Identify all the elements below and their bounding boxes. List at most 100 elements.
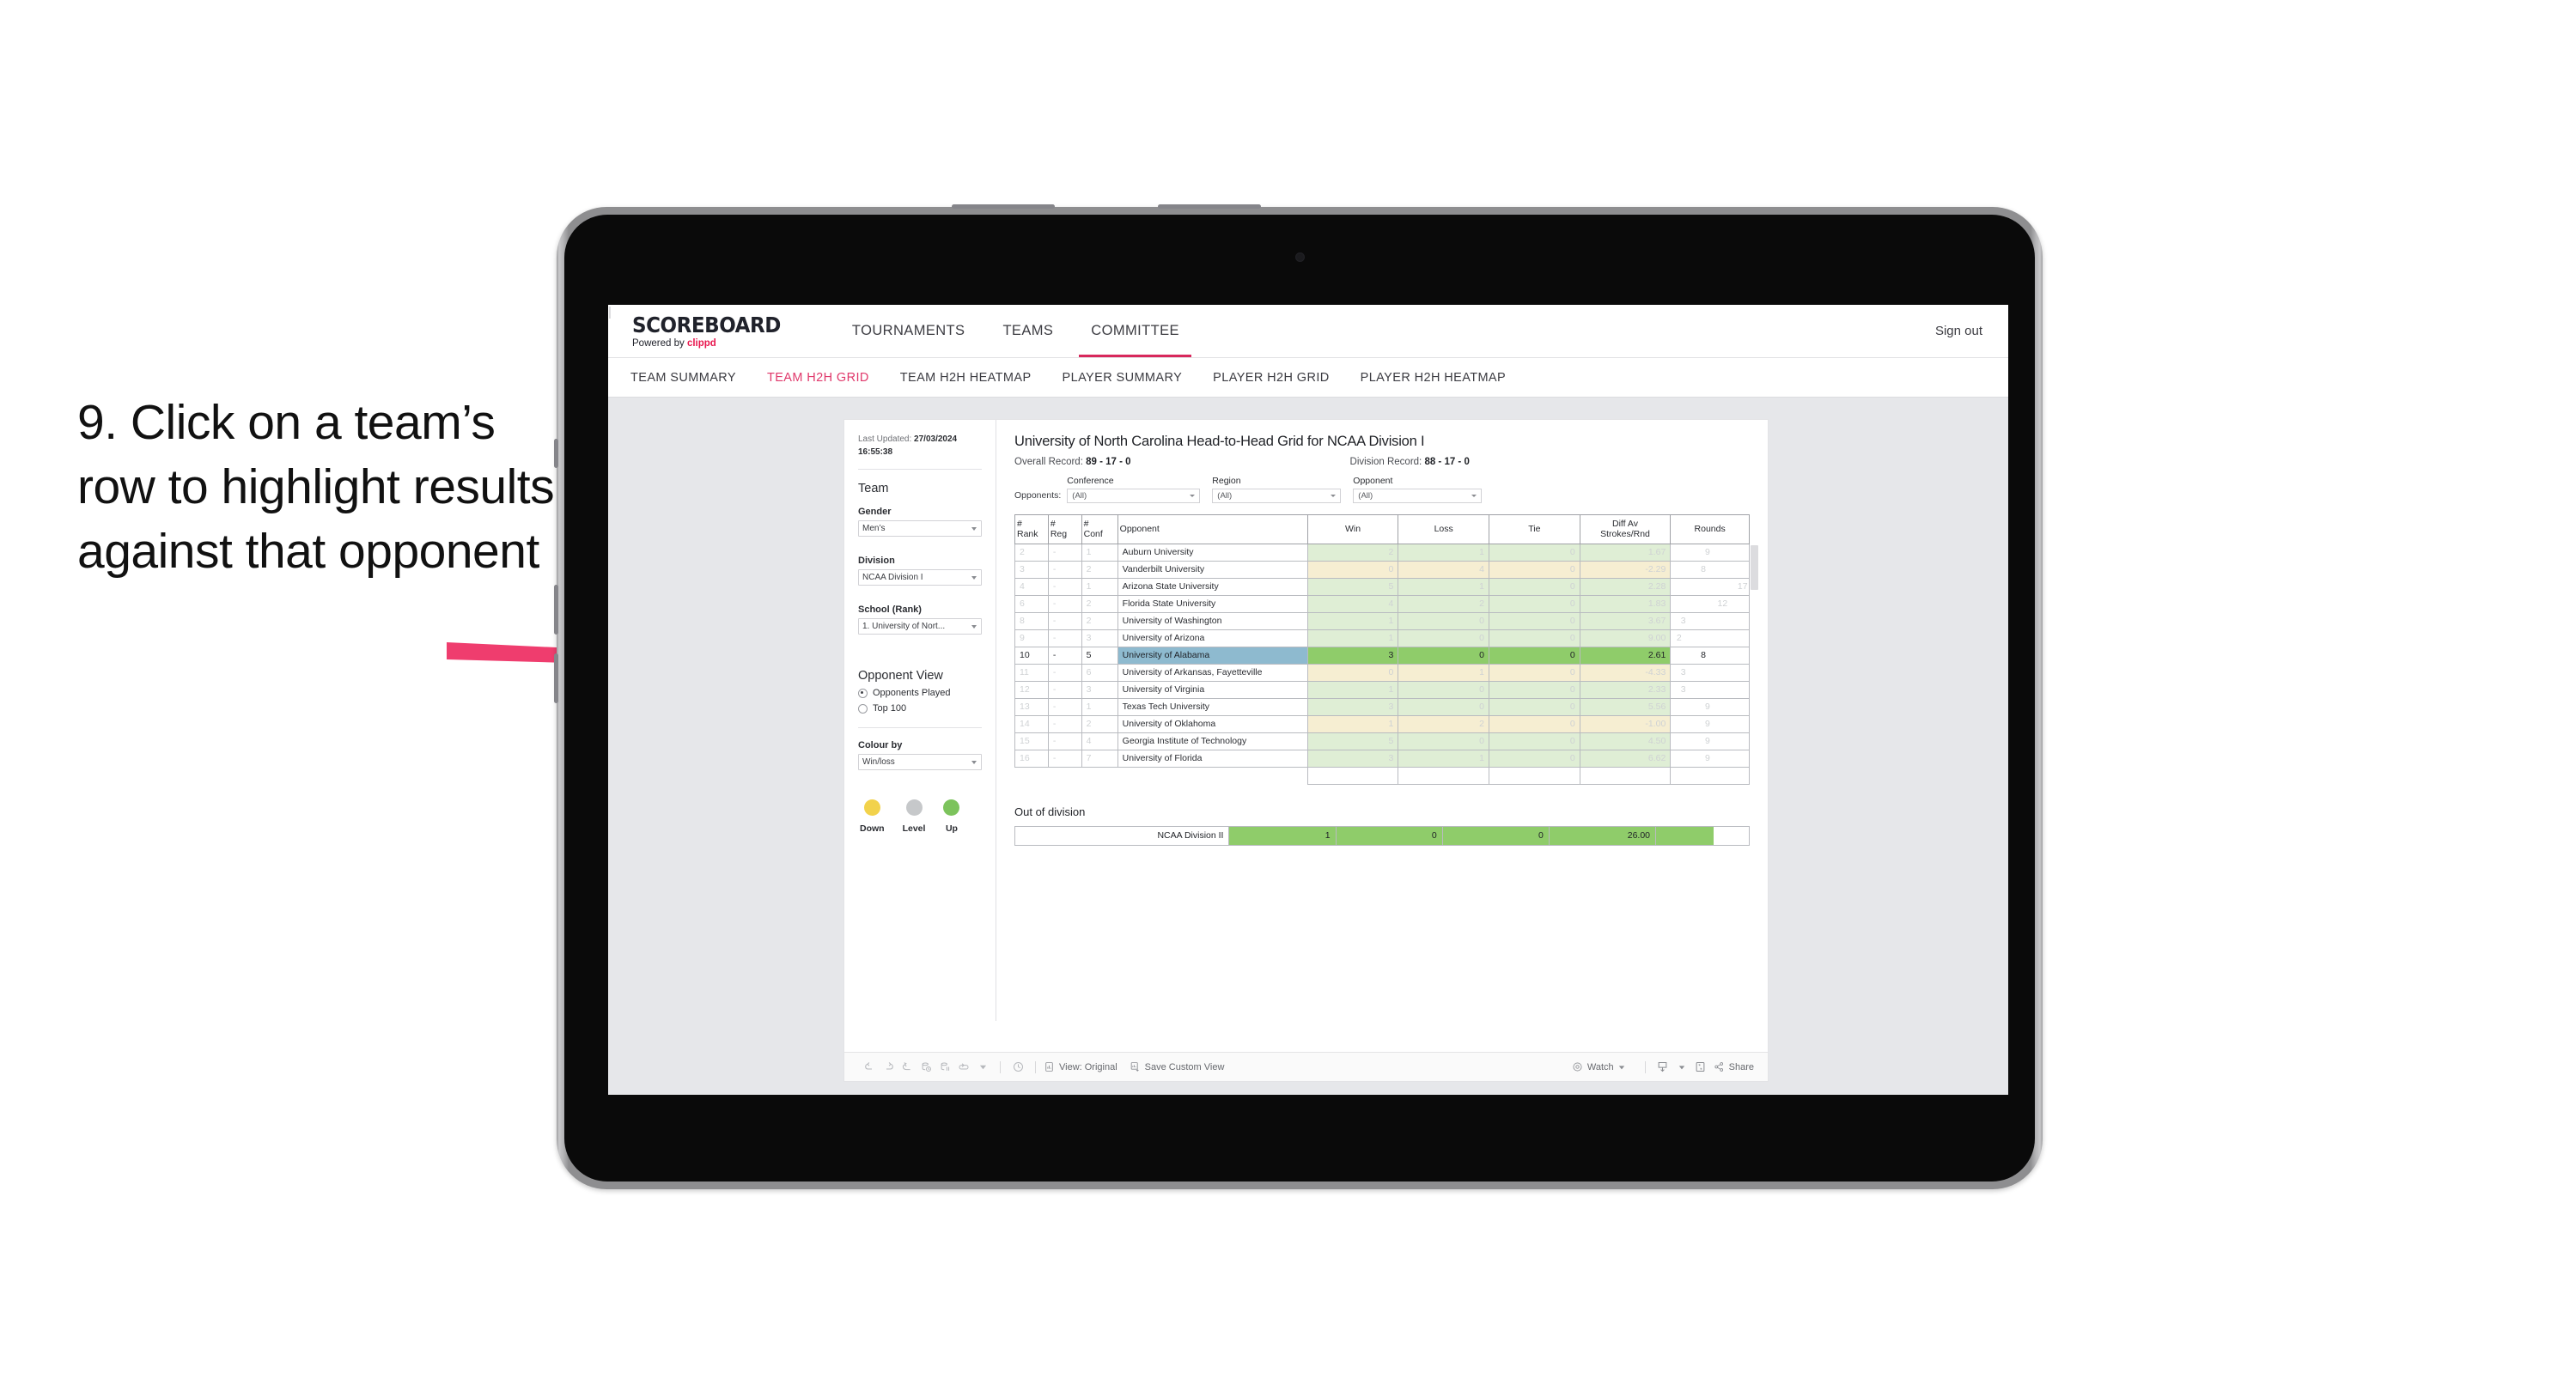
overall-record-value: 89 - 17 - 0 — [1086, 457, 1131, 467]
filter-opponent-select[interactable]: (All) — [1353, 489, 1483, 503]
cell-empty — [1048, 767, 1082, 785]
cell-empty — [1014, 767, 1049, 785]
table-row[interactable]: 11-6 University of Arkansas, Fayetteville… — [1014, 663, 1750, 682]
cell-diff: 6.62 — [1579, 749, 1672, 768]
cell-rank: 4 — [1014, 577, 1049, 596]
table-row[interactable]: 4-1 Arizona State University 5 1 0 2.28 17 — [1014, 577, 1750, 596]
table-row[interactable]: 13-1 Texas Tech University 3 0 0 5.56 9 — [1014, 697, 1750, 716]
col-reg-line1: # — [1050, 519, 1056, 529]
download-icon[interactable] — [1653, 1058, 1672, 1077]
cell-diff: 5.56 — [1579, 697, 1672, 716]
radio-top-100[interactable]: Top 100 — [858, 703, 982, 714]
grid-body: 2-1 Auburn University 2 1 0 1.67 9 3-2 Vanderbil… — [1014, 543, 1750, 785]
cell-tie: 0 — [1489, 577, 1580, 596]
cell-reg: - — [1047, 663, 1082, 682]
school-select[interactable]: 1. University of Nort... — [858, 618, 982, 635]
view-original-button[interactable]: View: Original — [1044, 1061, 1117, 1072]
gender-select[interactable]: Men’s — [858, 520, 982, 537]
tab-player-h2h-heatmap[interactable]: PLAYER H2H HEATMAP — [1361, 371, 1506, 385]
cell-tie: 0 — [1489, 543, 1580, 562]
loop-icon[interactable] — [954, 1058, 973, 1077]
table-row[interactable]: 10-5 University of Alabama 3 0 0 2.61 8 — [1014, 646, 1750, 665]
cell-opponent: University of Oklahoma — [1117, 714, 1308, 733]
col-conf-line1: # — [1083, 519, 1089, 529]
caret-down-icon[interactable] — [1672, 1058, 1691, 1077]
cell-win: 5 — [1306, 577, 1399, 596]
cell-opponent: University of Washington — [1117, 611, 1308, 630]
cell-diff: 4.50 — [1579, 732, 1672, 750]
table-row[interactable]: 6-2 Florida State University 4 2 0 1.83 12 — [1014, 594, 1750, 613]
filter-region-select[interactable]: (All) — [1212, 489, 1342, 503]
ood-tie: 0 — [1441, 825, 1550, 846]
revert-icon[interactable] — [898, 1058, 917, 1077]
cell-opponent: Florida State University — [1117, 594, 1308, 613]
table-row[interactable]: 2-1 Auburn University 2 1 0 1.67 9 — [1014, 543, 1750, 562]
table-row[interactable]: 15-4 Georgia Institute of Technology 5 0 0 4.… — [1014, 732, 1750, 750]
grid-scrollbar[interactable] — [1751, 545, 1758, 590]
cell-diff: -2.29 — [1579, 560, 1672, 579]
table-row[interactable]: 12-3 University of Virginia 1 0 0 2.33 3 — [1014, 680, 1750, 699]
pause-data-icon[interactable] — [935, 1058, 954, 1077]
grid-head: # Rank # Reg # Conf Opponent Win Loss Tie D… — [1014, 514, 1750, 544]
share-button[interactable]: Share — [1714, 1061, 1754, 1072]
grid-header-row: # Rank # Reg # Conf Opponent Win Loss Tie D… — [1014, 514, 1750, 544]
legend-level-swatch — [905, 799, 923, 816]
colour-by-select[interactable]: Win/loss — [858, 754, 982, 770]
cell-win: 0 — [1306, 560, 1399, 579]
cell-rank: 9 — [1014, 629, 1049, 647]
filter-conference-select[interactable]: (All) — [1067, 489, 1201, 503]
out-of-division-title: Out of division — [1014, 805, 1086, 818]
table-row[interactable]: 14-2 University of Oklahoma 1 2 0 -1.00 9 — [1014, 714, 1750, 733]
legend-up-label: Up — [945, 823, 958, 834]
cell-win: 3 — [1306, 697, 1399, 716]
ood-loss: 0 — [1335, 825, 1443, 846]
table-row[interactable]: 16-7 University of Florida 3 1 0 6.62 9 — [1014, 749, 1750, 768]
clock-icon[interactable] — [1008, 1058, 1027, 1077]
radio-opponents-played[interactable]: Opponents Played — [858, 688, 982, 698]
col-reg-line2: Reg — [1050, 529, 1068, 540]
sign-out-link[interactable]: Sign out — [1935, 324, 1982, 338]
cell-loss: 0 — [1398, 611, 1489, 630]
save-custom-view-button[interactable]: Save Custom View — [1130, 1061, 1224, 1072]
cell-win: 4 — [1306, 594, 1399, 613]
watch-button[interactable]: Watch — [1572, 1061, 1625, 1072]
cell-loss: 0 — [1398, 646, 1489, 665]
fullscreen-icon[interactable] — [1691, 1058, 1710, 1077]
refresh-data-icon[interactable] — [917, 1058, 935, 1077]
redo-icon[interactable] — [879, 1058, 898, 1077]
view-original-label: View: Original — [1059, 1061, 1117, 1072]
cell-conf: 1 — [1081, 543, 1118, 562]
tab-team-summary[interactable]: TEAM SUMMARY — [630, 371, 736, 385]
cell-conf: 6 — [1081, 663, 1118, 682]
cell-rank: 13 — [1014, 697, 1049, 716]
division-label: Division — [858, 556, 895, 566]
last-updated-date: 27/03/2024 — [914, 434, 958, 444]
cell-tie: 0 — [1489, 697, 1580, 716]
nav-item-tournaments[interactable]: TOURNAMENTS — [833, 305, 984, 357]
cell-diff: -1.00 — [1579, 714, 1672, 733]
col-rank-line1: # — [1017, 519, 1022, 529]
app-logo[interactable]: SCOREBOARD Powered by clippd — [608, 314, 833, 349]
caret-down-icon[interactable] — [973, 1058, 992, 1077]
cell-conf: 4 — [1081, 732, 1118, 750]
nav-item-committee[interactable]: COMMITTEE — [1072, 305, 1198, 357]
nav-divider: | — [608, 305, 612, 319]
tab-team-h2h-heatmap[interactable]: TEAM H2H HEATMAP — [900, 371, 1032, 385]
tab-player-h2h-grid[interactable]: PLAYER H2H GRID — [1213, 371, 1329, 385]
page-title: University of North Carolina Head-to-Hea… — [1014, 434, 1425, 449]
nav-item-teams[interactable]: TEAMS — [984, 305, 1072, 357]
legend-down: Down — [860, 799, 885, 835]
table-row[interactable]: 8-2 University of Washington 1 0 0 3.67 3 — [1014, 611, 1750, 630]
undo-icon[interactable] — [860, 1058, 879, 1077]
overall-record-label: Overall Record: — [1014, 457, 1087, 467]
table-row[interactable]: 9-3 University of Arizona 1 0 0 9.00 2 — [1014, 629, 1750, 647]
table-row[interactable]: NCAA Division II 1 0 0 26.00 3 — [1014, 825, 1750, 846]
division-select[interactable]: NCAA Division I — [858, 569, 982, 586]
tab-team-h2h-grid[interactable]: TEAM H2H GRID — [767, 371, 869, 385]
radio-icon-selected — [858, 688, 868, 698]
cell-opponent: University of Arkansas, Fayetteville — [1117, 663, 1308, 682]
chevron-down-icon — [1190, 494, 1196, 497]
table-row[interactable]: 3-2 Vanderbilt University 0 4 0 -2.29 8 — [1014, 560, 1750, 579]
tab-player-summary[interactable]: PLAYER SUMMARY — [1063, 371, 1183, 385]
